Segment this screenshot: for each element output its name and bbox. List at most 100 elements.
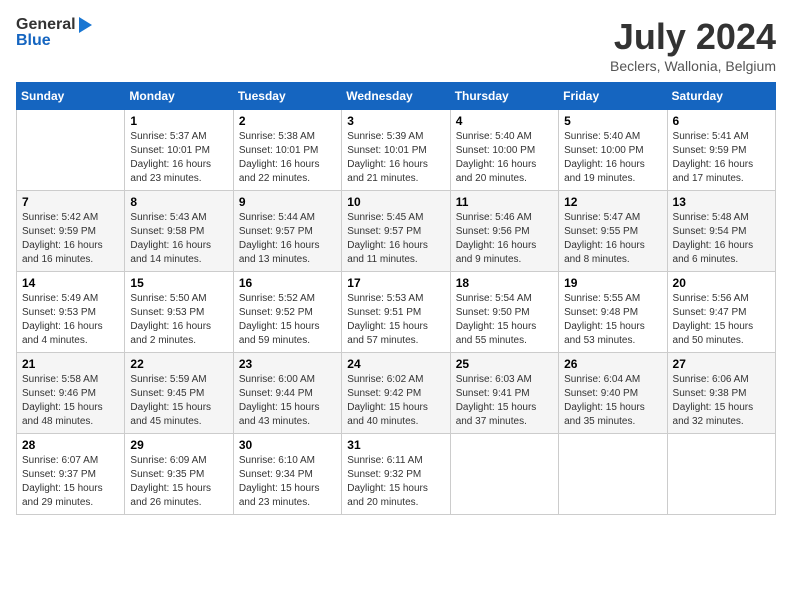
- day-number: 6: [673, 114, 770, 128]
- day-info: Sunrise: 6:00 AM Sunset: 9:44 PM Dayligh…: [239, 373, 336, 429]
- page-header: General Blue July 2024 Beclers, Wallonia…: [16, 16, 776, 74]
- calendar-cell: 13 Sunrise: 5:48 AM Sunset: 9:54 PM Dayli…: [667, 191, 775, 272]
- day-number: 26: [564, 357, 661, 371]
- day-number: 16: [239, 276, 336, 290]
- calendar-cell: 11Sunrise: 5:46 AM Sunset: 9:56 PM Dayli…: [450, 191, 558, 272]
- day-info: Sunrise: 5:52 AM Sunset: 9:52 PM Dayligh…: [239, 292, 336, 348]
- day-number: 2: [239, 114, 336, 128]
- day-info: Sunrise: 5:41 AM Sunset: 9:59 PM Dayligh…: [673, 130, 770, 186]
- calendar-cell: 10Sunrise: 5:45 AM Sunset: 9:57 PM Dayli…: [342, 191, 450, 272]
- day-number: 4: [456, 114, 553, 128]
- day-number: 15: [130, 276, 227, 290]
- calendar-cell: 8 Sunrise: 5:43 AM Sunset: 9:58 PM Daylig…: [125, 191, 233, 272]
- col-header-friday: Friday: [559, 83, 667, 110]
- main-title: July 2024: [610, 16, 776, 58]
- calendar-cell: 14Sunrise: 5:49 AM Sunset: 9:53 PM Dayli…: [17, 272, 125, 353]
- calendar-cell: 9Sunrise: 5:44 AM Sunset: 9:57 PM Daylig…: [233, 191, 341, 272]
- day-info: Sunrise: 5:45 AM Sunset: 9:57 PM Dayligh…: [347, 211, 444, 267]
- day-info: Sunrise: 5:53 AM Sunset: 9:51 PM Dayligh…: [347, 292, 444, 348]
- calendar-cell: 27 Sunrise: 6:06 AM Sunset: 9:38 PM Dayli…: [667, 353, 775, 434]
- calendar-cell: [559, 434, 667, 515]
- calendar-cell: 31Sunrise: 6:11 AM Sunset: 9:32 PM Dayli…: [342, 434, 450, 515]
- week-row-2: 7 Sunrise: 5:42 AM Sunset: 9:59 PM Daylig…: [17, 191, 776, 272]
- calendar-cell: 1 Sunrise: 5:37 AM Sunset: 10:01 PM Dayli…: [125, 110, 233, 191]
- day-info: Sunrise: 5:58 AM Sunset: 9:46 PM Dayligh…: [22, 373, 119, 429]
- calendar-cell: 16 Sunrise: 5:52 AM Sunset: 9:52 PM Dayli…: [233, 272, 341, 353]
- day-number: 25: [456, 357, 553, 371]
- calendar-cell: 18 Sunrise: 5:54 AM Sunset: 9:50 PM Dayli…: [450, 272, 558, 353]
- day-number: 19: [564, 276, 661, 290]
- calendar-cell: [17, 110, 125, 191]
- day-number: 22: [130, 357, 227, 371]
- week-row-5: 28 Sunrise: 6:07 AM Sunset: 9:37 PM Dayli…: [17, 434, 776, 515]
- calendar-cell: 19 Sunrise: 5:55 AM Sunset: 9:48 PM Dayli…: [559, 272, 667, 353]
- day-info: Sunrise: 5:48 AM Sunset: 9:54 PM Dayligh…: [673, 211, 770, 267]
- day-info: Sunrise: 5:42 AM Sunset: 9:59 PM Dayligh…: [22, 211, 119, 267]
- day-info: Sunrise: 5:59 AM Sunset: 9:45 PM Dayligh…: [130, 373, 227, 429]
- day-info: Sunrise: 5:49 AM Sunset: 9:53 PM Dayligh…: [22, 292, 119, 348]
- day-number: 27: [673, 357, 770, 371]
- day-info: Sunrise: 6:09 AM Sunset: 9:35 PM Dayligh…: [130, 454, 227, 510]
- day-info: Sunrise: 5:39 AM Sunset: 10:01 PM Daylig…: [347, 130, 444, 186]
- day-info: Sunrise: 5:38 AM Sunset: 10:01 PM Daylig…: [239, 130, 336, 186]
- day-number: 8: [130, 195, 227, 209]
- calendar-table: SundayMondayTuesdayWednesdayThursdayFrid…: [16, 82, 776, 515]
- calendar-cell: 29 Sunrise: 6:09 AM Sunset: 9:35 PM Dayli…: [125, 434, 233, 515]
- title-section: July 2024 Beclers, Wallonia, Belgium: [610, 16, 776, 74]
- day-number: 31: [347, 438, 444, 452]
- col-header-wednesday: Wednesday: [342, 83, 450, 110]
- day-info: Sunrise: 6:10 AM Sunset: 9:34 PM Dayligh…: [239, 454, 336, 510]
- calendar-cell: 15 Sunrise: 5:50 AM Sunset: 9:53 PM Dayli…: [125, 272, 233, 353]
- day-info: Sunrise: 5:44 AM Sunset: 9:57 PM Dayligh…: [239, 211, 336, 267]
- calendar-cell: 12Sunrise: 5:47 AM Sunset: 9:55 PM Dayli…: [559, 191, 667, 272]
- calendar-cell: [667, 434, 775, 515]
- day-info: Sunrise: 6:03 AM Sunset: 9:41 PM Dayligh…: [456, 373, 553, 429]
- day-number: 1: [130, 114, 227, 128]
- calendar-cell: 20Sunrise: 5:56 AM Sunset: 9:47 PM Dayli…: [667, 272, 775, 353]
- day-info: Sunrise: 5:50 AM Sunset: 9:53 PM Dayligh…: [130, 292, 227, 348]
- day-info: Sunrise: 5:47 AM Sunset: 9:55 PM Dayligh…: [564, 211, 661, 267]
- day-info: Sunrise: 5:43 AM Sunset: 9:58 PM Dayligh…: [130, 211, 227, 267]
- col-header-saturday: Saturday: [667, 83, 775, 110]
- calendar-cell: 30 Sunrise: 6:10 AM Sunset: 9:34 PM Dayli…: [233, 434, 341, 515]
- day-number: 30: [239, 438, 336, 452]
- col-header-sunday: Sunday: [17, 83, 125, 110]
- calendar-cell: 24 Sunrise: 6:02 AM Sunset: 9:42 PM Dayli…: [342, 353, 450, 434]
- day-number: 13: [673, 195, 770, 209]
- col-header-monday: Monday: [125, 83, 233, 110]
- day-info: Sunrise: 5:46 AM Sunset: 9:56 PM Dayligh…: [456, 211, 553, 267]
- day-number: 23: [239, 357, 336, 371]
- week-row-3: 14Sunrise: 5:49 AM Sunset: 9:53 PM Dayli…: [17, 272, 776, 353]
- col-header-thursday: Thursday: [450, 83, 558, 110]
- logo-blue: Blue: [16, 32, 51, 50]
- day-number: 24: [347, 357, 444, 371]
- calendar-cell: 17 Sunrise: 5:53 AM Sunset: 9:51 PM Dayli…: [342, 272, 450, 353]
- day-number: 18: [456, 276, 553, 290]
- day-number: 7: [22, 195, 119, 209]
- day-info: Sunrise: 5:37 AM Sunset: 10:01 PM Daylig…: [130, 130, 227, 186]
- col-header-tuesday: Tuesday: [233, 83, 341, 110]
- day-info: Sunrise: 5:56 AM Sunset: 9:47 PM Dayligh…: [673, 292, 770, 348]
- day-info: Sunrise: 6:07 AM Sunset: 9:37 PM Dayligh…: [22, 454, 119, 510]
- calendar-cell: 5 Sunrise: 5:40 AM Sunset: 10:00 PM Dayli…: [559, 110, 667, 191]
- day-info: Sunrise: 5:54 AM Sunset: 9:50 PM Dayligh…: [456, 292, 553, 348]
- day-info: Sunrise: 6:04 AM Sunset: 9:40 PM Dayligh…: [564, 373, 661, 429]
- calendar-cell: 28 Sunrise: 6:07 AM Sunset: 9:37 PM Dayli…: [17, 434, 125, 515]
- day-number: 29: [130, 438, 227, 452]
- day-info: Sunrise: 5:40 AM Sunset: 10:00 PM Daylig…: [456, 130, 553, 186]
- logo: General Blue: [16, 16, 92, 50]
- day-info: Sunrise: 6:06 AM Sunset: 9:38 PM Dayligh…: [673, 373, 770, 429]
- calendar-cell: 25 Sunrise: 6:03 AM Sunset: 9:41 PM Dayli…: [450, 353, 558, 434]
- day-number: 28: [22, 438, 119, 452]
- day-number: 17: [347, 276, 444, 290]
- subtitle: Beclers, Wallonia, Belgium: [610, 58, 776, 74]
- day-info: Sunrise: 5:40 AM Sunset: 10:00 PM Daylig…: [564, 130, 661, 186]
- calendar-cell: 21Sunrise: 5:58 AM Sunset: 9:46 PM Dayli…: [17, 353, 125, 434]
- day-info: Sunrise: 5:55 AM Sunset: 9:48 PM Dayligh…: [564, 292, 661, 348]
- calendar-cell: 4 Sunrise: 5:40 AM Sunset: 10:00 PM Dayli…: [450, 110, 558, 191]
- calendar-cell: 3Sunrise: 5:39 AM Sunset: 10:01 PM Dayli…: [342, 110, 450, 191]
- week-row-1: 1 Sunrise: 5:37 AM Sunset: 10:01 PM Dayli…: [17, 110, 776, 191]
- day-info: Sunrise: 6:02 AM Sunset: 9:42 PM Dayligh…: [347, 373, 444, 429]
- calendar-cell: 2 Sunrise: 5:38 AM Sunset: 10:01 PM Dayli…: [233, 110, 341, 191]
- day-number: 5: [564, 114, 661, 128]
